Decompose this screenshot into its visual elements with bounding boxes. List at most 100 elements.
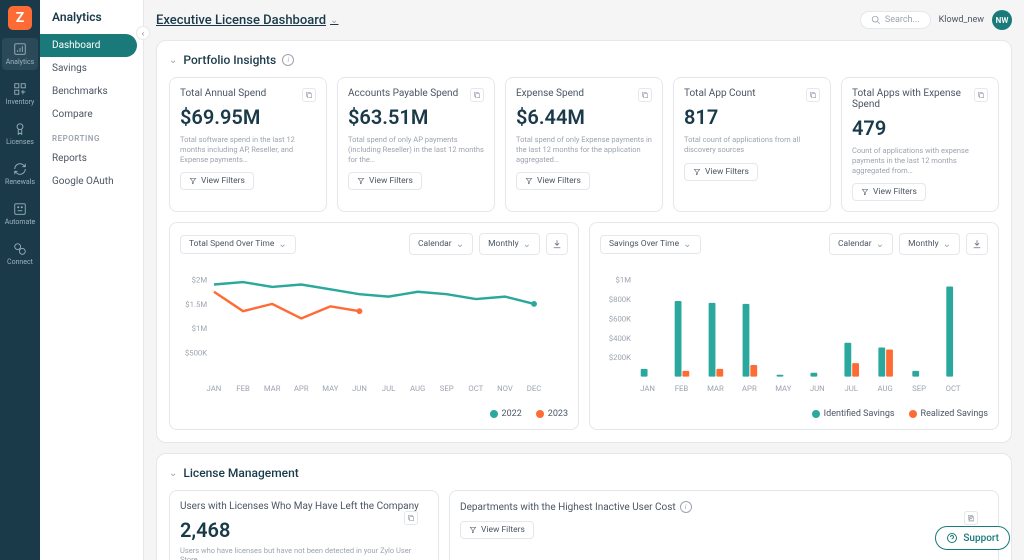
svg-text:APR: APR: [294, 384, 309, 393]
kpi-title: Accounts Payable Spend: [348, 88, 484, 99]
copy-button[interactable]: [404, 511, 418, 525]
svg-text:AUG: AUG: [410, 384, 425, 393]
legend-identified[interactable]: Identified Savings: [812, 409, 895, 419]
brand-logo: Z: [8, 6, 32, 30]
help-icon: [946, 532, 958, 544]
svg-text:MAR: MAR: [707, 384, 724, 393]
rail-renewals[interactable]: Renewals: [5, 158, 35, 190]
chevron-down-icon: ⌄: [169, 468, 177, 479]
rail-automate[interactable]: Automate: [5, 198, 36, 230]
copy-button[interactable]: [974, 88, 988, 102]
rail-inventory[interactable]: Inventory: [6, 78, 35, 110]
svg-text:JAN: JAN: [207, 384, 222, 393]
sidebar-item-reports[interactable]: Reports: [40, 147, 143, 170]
kpi-card-3: Total App Count 817 Total count of appli…: [673, 77, 831, 212]
rail-analytics[interactable]: Analytics: [2, 38, 39, 70]
kpi-title: Total Apps with Expense Spend: [852, 88, 988, 110]
svg-text:JUN: JUN: [352, 384, 367, 393]
refresh-icon: [13, 162, 27, 176]
filter-icon: [357, 177, 365, 185]
rail-connect[interactable]: Connect: [7, 238, 33, 270]
search-icon: [871, 15, 881, 25]
legend-2022[interactable]: 2022: [490, 409, 522, 419]
panel-header[interactable]: ⌄Portfolio Insightsi: [169, 53, 999, 67]
sidebar-item-savings[interactable]: Savings: [40, 57, 143, 80]
copy-button[interactable]: [470, 88, 484, 102]
kpi-desc: Total count of applications from all dis…: [684, 135, 820, 155]
support-button[interactable]: Support: [935, 526, 1010, 550]
copy-button[interactable]: [964, 511, 978, 525]
portfolio-insights-panel: ⌄Portfolio Insightsi Total Annual Spend …: [156, 40, 1012, 443]
card-title: Users with Licenses Who May Have Left th…: [180, 501, 428, 512]
main-content: Executive License Dashboard⌄ Search... K…: [144, 0, 1024, 560]
users-left-card: Users with Licenses Who May Have Left th…: [169, 490, 439, 560]
view-filters-button[interactable]: View Filters: [684, 163, 758, 181]
dashboard-title-dropdown[interactable]: Executive License Dashboard⌄: [156, 13, 338, 28]
kpi-title: Total App Count: [684, 88, 820, 99]
user-label[interactable]: Klowd_new: [939, 15, 984, 25]
download-icon: [552, 239, 562, 249]
link-icon: [13, 242, 27, 256]
svg-text:MAR: MAR: [264, 384, 281, 393]
chart-metric-dropdown[interactable]: Savings Over Time ⌄: [600, 235, 701, 254]
chart-metric-dropdown[interactable]: Total Spend Over Time ⌄: [180, 235, 296, 254]
copy-button[interactable]: [806, 88, 820, 102]
svg-text:$1M: $1M: [192, 324, 208, 333]
svg-text:JUL: JUL: [382, 384, 395, 393]
view-filters-button[interactable]: View Filters: [852, 183, 926, 201]
kpi-desc: Total spend of only AP payments (includi…: [348, 135, 484, 164]
kpi-desc: Total software spend in the last 12 mont…: [180, 135, 316, 164]
svg-text:$200K: $200K: [609, 353, 631, 362]
sidebar-item-compare[interactable]: Compare: [40, 103, 143, 126]
nav-rail: Z Analytics Inventory Licenses Renewals …: [0, 0, 40, 560]
kpi-value: 817: [684, 105, 820, 129]
download-button[interactable]: [966, 233, 988, 255]
search-input[interactable]: Search...: [860, 11, 931, 29]
sidebar-item-benchmarks[interactable]: Benchmarks: [40, 80, 143, 103]
download-icon: [972, 239, 982, 249]
copy-button[interactable]: [302, 88, 316, 102]
total-spend-chart: Total Spend Over Time ⌄ Calendar ⌄ Month…: [169, 222, 579, 430]
view-filters-button[interactable]: View Filters: [180, 172, 254, 190]
copy-icon: [967, 514, 975, 522]
svg-text:FEB: FEB: [675, 384, 689, 393]
svg-text:AUG: AUG: [878, 384, 893, 393]
download-button[interactable]: [546, 233, 568, 255]
filter-icon: [469, 526, 477, 534]
period-dropdown[interactable]: Monthly ⌄: [899, 233, 960, 255]
filter-icon: [525, 177, 533, 185]
sidebar-item-google-oauth[interactable]: Google OAuth: [40, 170, 143, 193]
topbar: Executive License Dashboard⌄ Search... K…: [156, 0, 1012, 40]
kpi-desc: Total spend of only Expense payments in …: [516, 135, 652, 164]
kpi-value: $69.95M: [180, 105, 316, 129]
info-icon[interactable]: i: [680, 501, 692, 513]
filter-icon: [693, 168, 701, 176]
avatar[interactable]: NW: [992, 10, 1012, 30]
filter-icon: [861, 188, 869, 196]
svg-text:$600K: $600K: [609, 315, 631, 324]
sidebar: Analytics ‹ Dashboard Savings Benchmarks…: [40, 0, 144, 560]
view-filters-button[interactable]: View Filters: [516, 172, 590, 190]
rail-licenses[interactable]: Licenses: [6, 118, 34, 150]
automate-icon: [13, 202, 27, 216]
svg-text:OCT: OCT: [946, 384, 961, 393]
copy-icon: [641, 91, 649, 99]
view-filters-button[interactable]: View Filters: [460, 521, 534, 539]
panel-header[interactable]: ⌄License Management: [169, 466, 999, 480]
collapse-sidebar-button[interactable]: ‹: [136, 26, 150, 40]
svg-text:APR: APR: [742, 384, 757, 393]
copy-icon: [305, 91, 313, 99]
info-icon[interactable]: i: [282, 54, 294, 66]
legend-realized[interactable]: Realized Savings: [909, 409, 988, 419]
copy-button[interactable]: [638, 88, 652, 102]
kpi-card-4: Total Apps with Expense Spend 479 Count …: [841, 77, 999, 212]
view-filters-button[interactable]: View Filters: [348, 172, 422, 190]
period-dropdown[interactable]: Monthly ⌄: [479, 233, 540, 255]
line-chart-svg: $500K$1M$1.5M$2MJANFEBMARAPRMAYJUNJULAUG…: [180, 263, 568, 403]
calendar-dropdown[interactable]: Calendar ⌄: [409, 233, 473, 255]
dept-inactive-card: Departments with the Highest Inactive Us…: [449, 490, 999, 560]
calendar-dropdown[interactable]: Calendar ⌄: [829, 233, 893, 255]
sidebar-item-dashboard[interactable]: Dashboard: [40, 34, 137, 57]
legend-2023[interactable]: 2023: [536, 409, 568, 419]
svg-text:SEP: SEP: [440, 384, 454, 393]
